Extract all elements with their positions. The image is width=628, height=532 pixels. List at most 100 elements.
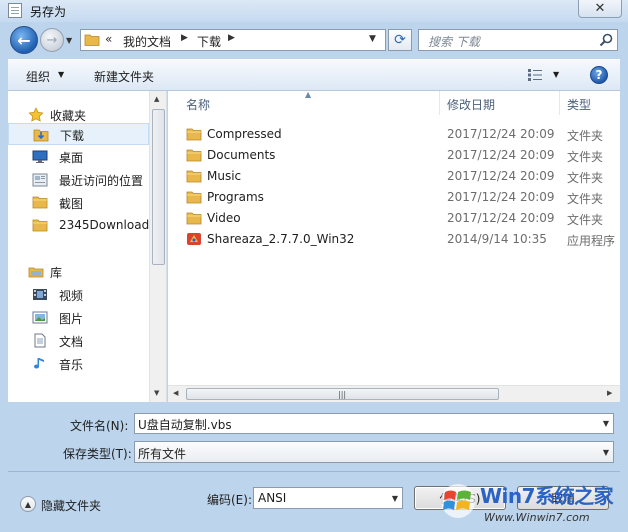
- sidebar-item-10[interactable]: 音乐: [8, 353, 149, 375]
- scroll-left-icon[interactable]: ◀: [173, 389, 178, 397]
- arrow-right-icon: →: [46, 32, 58, 48]
- caret-down-icon[interactable]: ▼: [553, 70, 559, 79]
- filetype-label: 保存类型(T):: [63, 447, 132, 461]
- file-date: 2017/12/24 20:09: [447, 211, 555, 225]
- file-date: 2017/12/24 20:09: [447, 127, 555, 141]
- folder-icon: [186, 127, 202, 141]
- video-icon: [32, 287, 48, 302]
- sidebar-item-label: 音乐: [59, 358, 84, 372]
- sidebar-item-8[interactable]: 图片: [8, 307, 149, 329]
- encoding-label: 编码(E):: [207, 493, 252, 507]
- file-name: Shareaza_2.7.7.0_Win32: [207, 232, 355, 246]
- file-name: Compressed: [207, 127, 282, 141]
- sidebar-item-4[interactable]: 截图: [8, 192, 149, 214]
- file-type: 文件夹: [567, 192, 604, 206]
- watermark-url: Www.Winwin7.com: [484, 511, 590, 524]
- chevron-right-icon[interactable]: ▶: [181, 33, 188, 43]
- chevron-right-icon[interactable]: ▶: [228, 33, 235, 43]
- file-type: 文件夹: [567, 171, 604, 185]
- help-icon[interactable]: ?: [590, 66, 608, 84]
- sidebar-item-3[interactable]: 最近访问的位置: [8, 169, 149, 191]
- document-icon: [32, 333, 48, 348]
- organize-button[interactable]: 组织: [26, 68, 50, 85]
- address-bar[interactable]: « 我的文档 ▶ 下载 ▶ ▼: [80, 29, 386, 51]
- sort-ascending-icon: ▲: [305, 90, 312, 99]
- close-button[interactable]: ✕: [578, 0, 622, 18]
- folder-icon: [186, 169, 202, 183]
- search-input[interactable]: 搜索 下载: [418, 29, 618, 51]
- file-row[interactable]: Compressed 2017/12/24 20:09 文件夹: [168, 124, 620, 145]
- scroll-right-icon[interactable]: ▶: [607, 389, 612, 397]
- sidebar-item-1[interactable]: 下载: [8, 123, 149, 145]
- column-divider[interactable]: [439, 91, 440, 115]
- recent-locations-dropdown[interactable]: ▼: [66, 36, 72, 45]
- file-type: 文件夹: [567, 213, 604, 227]
- sidebar-item-label: 下载: [60, 129, 85, 143]
- column-divider[interactable]: [559, 91, 560, 115]
- forward-button[interactable]: →: [40, 28, 64, 52]
- watermark-title: Win7系统之家: [480, 484, 614, 508]
- caret-down-icon[interactable]: ▼: [603, 419, 609, 428]
- sidebar-item-label: 桌面: [59, 151, 84, 165]
- breadcrumb-downloads[interactable]: 下载: [197, 33, 221, 50]
- close-icon: ✕: [594, 1, 606, 16]
- sidebar-item-label: 最近访问的位置: [59, 174, 144, 188]
- library-icon: [28, 264, 44, 279]
- footer-divider: [8, 471, 620, 472]
- refresh-button[interactable]: ⟳: [388, 29, 412, 51]
- application-icon: [186, 232, 202, 246]
- scroll-down-icon[interactable]: ▼: [154, 389, 159, 397]
- column-header-name[interactable]: 名称: [186, 96, 210, 113]
- star-icon: [28, 107, 44, 122]
- file-list: ▲ 名称 修改日期 类型 Compressed 2017/12/24 20:09 文…: [168, 90, 620, 402]
- column-header-date[interactable]: 修改日期: [447, 96, 495, 113]
- hide-folders-button[interactable]: 隐藏文件夹: [41, 497, 101, 514]
- caret-down-icon[interactable]: ▼: [58, 70, 64, 79]
- arrow-left-icon: ←: [17, 30, 31, 50]
- vertical-scrollbar[interactable]: ▲ ▼: [149, 91, 166, 402]
- view-options-icon[interactable]: [527, 68, 543, 82]
- file-row[interactable]: Shareaza_2.7.7.0_Win32 2014/9/14 10:35 应用程…: [168, 229, 620, 250]
- title-bar: 另存为 ✕: [0, 0, 628, 22]
- scrollbar-thumb[interactable]: [152, 109, 165, 265]
- file-row[interactable]: Music 2017/12/24 20:09 文件夹: [168, 166, 620, 187]
- file-type: 文件夹: [567, 129, 604, 143]
- scroll-up-icon[interactable]: ▲: [154, 95, 159, 103]
- caret-down-icon[interactable]: ▼: [603, 448, 609, 457]
- windows-logo-icon: [441, 484, 475, 518]
- folder-icon: [186, 211, 202, 225]
- file-date: 2017/12/24 20:09: [447, 169, 555, 183]
- filetype-select[interactable]: 所有文件 ▼: [134, 441, 614, 463]
- sidebar-item-label: 视频: [59, 289, 84, 303]
- filename-field[interactable]: U盘自动复制.vbs ▼: [134, 413, 614, 434]
- sidebar-item-9[interactable]: 文档: [8, 330, 149, 352]
- encoding-select[interactable]: ANSI ▼: [253, 487, 403, 509]
- sidebar-item-5[interactable]: 2345Downloads: [8, 215, 155, 237]
- download-folder-icon: [33, 127, 49, 142]
- collapse-icon[interactable]: ▲: [20, 496, 36, 512]
- picture-icon: [32, 310, 48, 325]
- file-row[interactable]: Video 2017/12/24 20:09 文件夹: [168, 208, 620, 229]
- sidebar-item-2[interactable]: 桌面: [8, 146, 149, 168]
- desktop-icon: [32, 149, 48, 164]
- sidebar-item-6[interactable]: 库: [8, 261, 149, 283]
- breadcrumb-documents[interactable]: 我的文档: [123, 33, 171, 50]
- filetype-value: 所有文件: [138, 447, 187, 461]
- address-overflow[interactable]: «: [105, 32, 112, 46]
- scrollbar-thumb[interactable]: |||: [186, 388, 499, 400]
- window-title: 另存为: [30, 5, 67, 19]
- sidebar-item-7[interactable]: 视频: [8, 284, 149, 306]
- sidebar-item-label: 文档: [59, 335, 84, 349]
- file-type: 应用程序: [567, 234, 616, 248]
- file-row[interactable]: Programs 2017/12/24 20:09 文件夹: [168, 187, 620, 208]
- sidebar-item-label: 2345Downloads: [59, 218, 156, 232]
- search-icon[interactable]: [599, 33, 613, 47]
- filename-value[interactable]: U盘自动复制.vbs: [138, 416, 232, 433]
- horizontal-scrollbar[interactable]: ◀ ||| ▶: [168, 385, 620, 402]
- back-button[interactable]: ←: [10, 26, 38, 54]
- file-row[interactable]: Documents 2017/12/24 20:09 文件夹: [168, 145, 620, 166]
- caret-down-icon[interactable]: ▼: [392, 494, 398, 503]
- address-dropdown[interactable]: ▼: [369, 34, 376, 44]
- column-header-type[interactable]: 类型: [567, 96, 591, 113]
- new-folder-button[interactable]: 新建文件夹: [94, 68, 154, 85]
